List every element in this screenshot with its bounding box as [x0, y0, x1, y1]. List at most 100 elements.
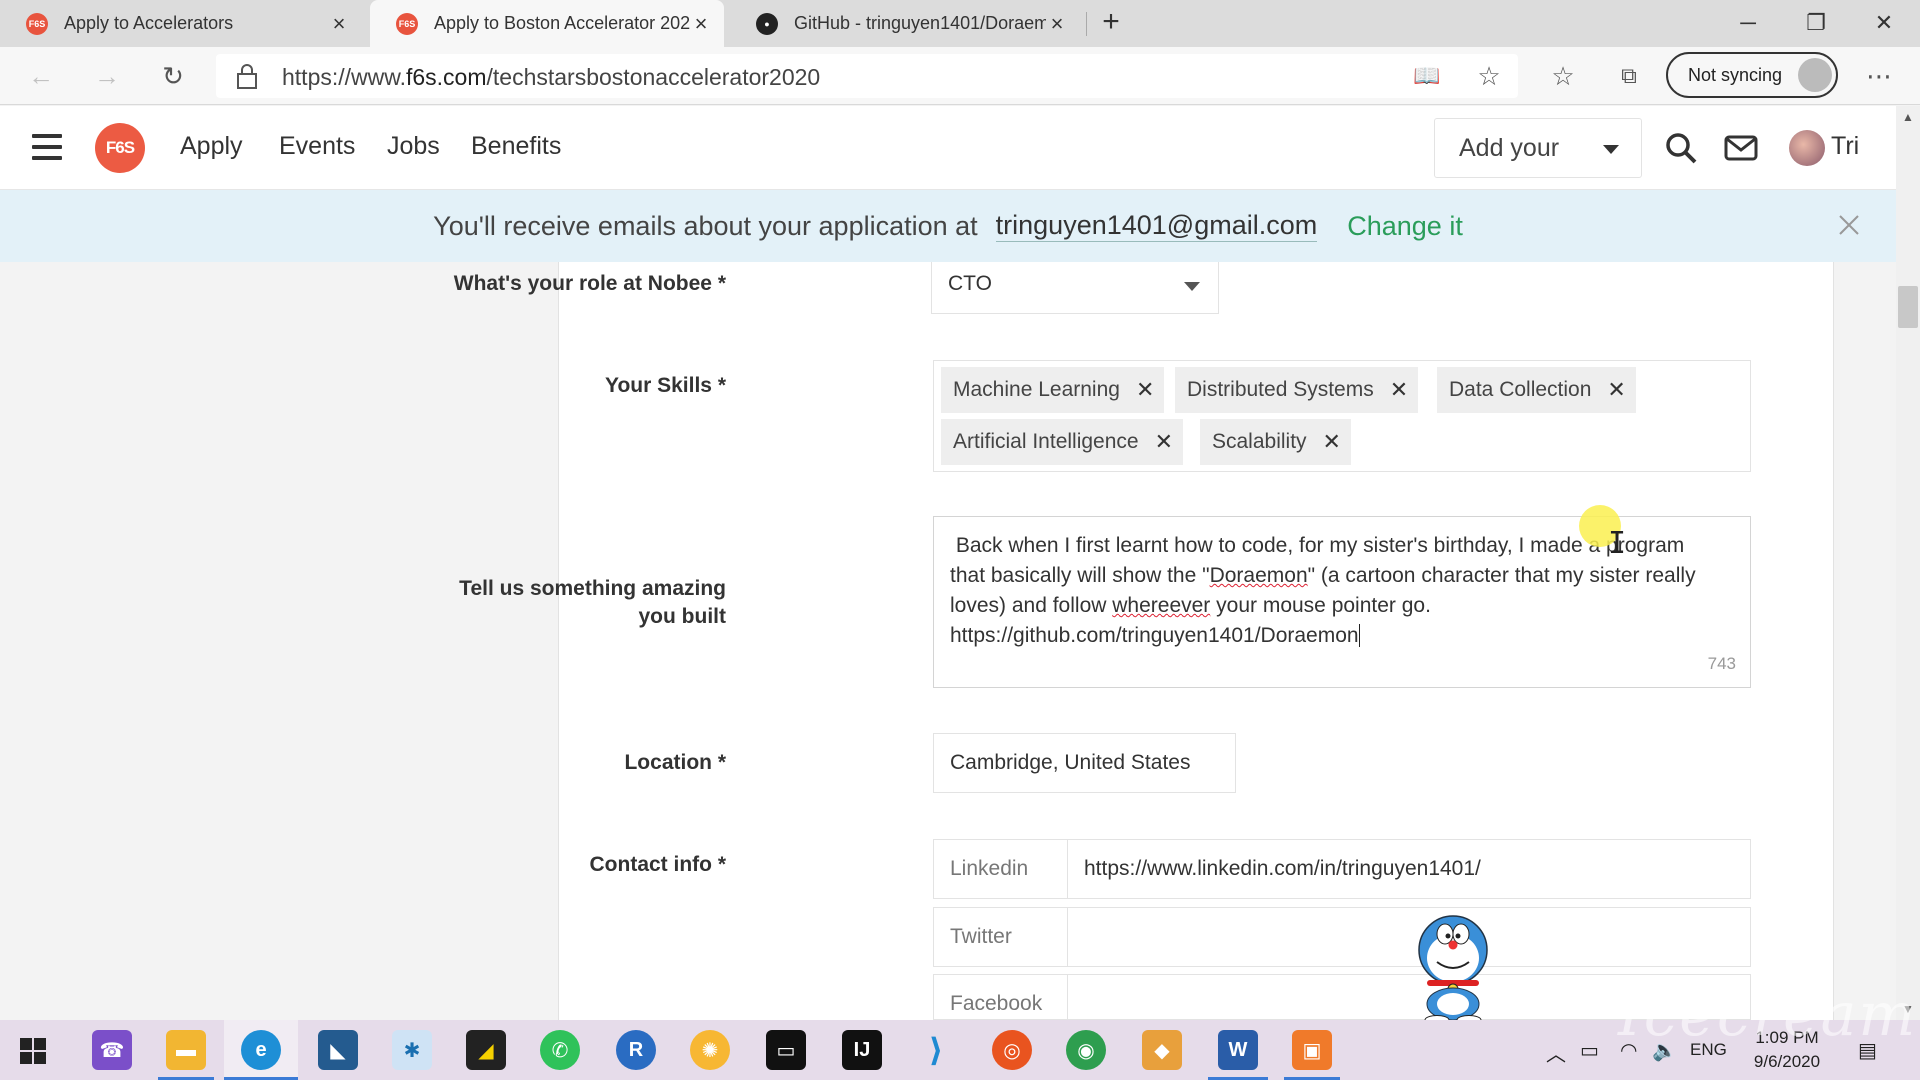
amazing-text-line-2-part: that basically will show the " [950, 564, 1210, 587]
remove-icon[interactable]: ✕ [1155, 429, 1173, 455]
intellij-icon[interactable]: IJ [842, 1030, 882, 1070]
whatsapp-icon[interactable]: ✆ [540, 1030, 580, 1070]
tab-apply-to-accelerators[interactable]: F6S Apply to Accelerators × [0, 0, 362, 47]
remove-icon[interactable]: ✕ [1607, 377, 1625, 403]
scroll-up-arrow-icon[interactable]: ▲ [1900, 110, 1916, 124]
search-icon[interactable] [1664, 132, 1698, 164]
mysql-workbench-icon[interactable]: ◣ [318, 1030, 358, 1070]
url-text: https://www.f6s.com/techstarsbostonaccel… [282, 64, 820, 91]
battery-icon[interactable]: ▭ [1580, 1038, 1599, 1063]
f6s-icon: F6S [26, 12, 48, 35]
scrollbar-thumb[interactable] [1898, 286, 1918, 328]
amazing-label-line-2: you built [638, 605, 727, 628]
add-your-label: Add your [1459, 133, 1560, 162]
profile-avatar [1798, 58, 1832, 92]
terminal-icon[interactable]: ▭ [766, 1030, 806, 1070]
favorite-star-icon[interactable]: ☆ [1472, 59, 1506, 93]
skill-chip-label: Machine Learning [953, 378, 1120, 401]
chevron-down-icon [1603, 145, 1619, 154]
vscode-icon[interactable]: ⟩ [916, 1030, 956, 1070]
close-icon[interactable]: × [690, 12, 712, 35]
github-icon: ● [756, 12, 778, 35]
hamburger-menu-icon[interactable] [32, 134, 62, 160]
file-explorer-icon[interactable]: ▬ [166, 1030, 206, 1070]
address-bar[interactable]: https://www.f6s.com/techstarsbostonaccel… [216, 54, 1518, 98]
close-icon[interactable]: × [328, 12, 350, 35]
snipping-tool-icon[interactable]: ✱ [392, 1030, 432, 1070]
lock-icon [237, 64, 257, 89]
immersive-reader-icon[interactable]: 📖 [1410, 59, 1444, 93]
tab-boston-accelerator[interactable]: F6S Apply to Boston Accelerator 2020 × [370, 0, 724, 47]
nav-apply[interactable]: Apply [180, 132, 243, 161]
skills-input[interactable]: Machine Learning ✕ Distributed Systems ✕ D… [933, 360, 1751, 472]
more-menu-icon[interactable]: ⋯ [1862, 59, 1896, 93]
nav-events[interactable]: Events [279, 132, 355, 161]
skill-chip-label: Scalability [1212, 430, 1307, 453]
contact-row-linkedin[interactable]: Linkedin https://www.linkedin.com/in/tri… [933, 839, 1751, 899]
user-name[interactable]: Tri [1831, 132, 1859, 161]
viber-icon[interactable]: ☎ [92, 1030, 132, 1070]
browser-tab-strip: F6S Apply to Accelerators × F6S Apply to… [0, 0, 1920, 47]
change-email-link[interactable]: Change it [1347, 211, 1463, 242]
location-label: Location * [624, 751, 726, 774]
tab-github-doraemon[interactable]: ● GitHub - tringuyen1401/Doraemon × [730, 0, 1080, 47]
contact-row-twitter[interactable]: Twitter [933, 907, 1751, 967]
windows-start-icon[interactable] [20, 1038, 46, 1064]
edge-browser-icon[interactable]: e [241, 1030, 281, 1070]
tab-title: GitHub - tringuyen1401/Doraemon [794, 13, 1046, 33]
left-gutter [0, 262, 558, 1020]
window-close-button[interactable]: ✕ [1864, 6, 1904, 40]
skill-chip: Distributed Systems ✕ [1175, 367, 1419, 413]
nav-jobs[interactable]: Jobs [387, 132, 440, 161]
contact-value: https://www.linkedin.com/in/tringuyen140… [1084, 857, 1481, 880]
location-input[interactable]: Cambridge, United States [933, 733, 1236, 793]
url-path: /techstarsbostonaccelerator2020 [486, 64, 821, 90]
url-host: f6s.com [405, 64, 487, 90]
skill-chip: Machine Learning ✕ [941, 367, 1165, 413]
sticky-notes-icon[interactable]: ◢ [466, 1030, 506, 1070]
avatar[interactable] [1789, 130, 1825, 166]
ubuntu-icon[interactable]: ◎ [992, 1030, 1032, 1070]
mail-icon[interactable] [1724, 132, 1758, 164]
r-language-icon[interactable]: R [616, 1030, 656, 1070]
profile-sync-button[interactable]: Not syncing [1666, 52, 1838, 98]
banner-email: tringuyen1401@gmail.com [995, 210, 1318, 242]
add-your-dropdown[interactable]: Add your [1434, 118, 1642, 178]
browser-toolbar: ← → ↻ https://www.f6s.com/techstarsbosto… [0, 47, 1920, 105]
new-tab-button[interactable]: + [1096, 6, 1126, 40]
collections-icon[interactable]: ⧉ [1612, 59, 1646, 93]
remove-icon[interactable]: ✕ [1390, 377, 1408, 403]
chevron-down-icon [1184, 282, 1200, 291]
page-scrollbar[interactable] [1896, 106, 1920, 1020]
tab-title: Apply to Boston Accelerator 2020 [434, 13, 690, 33]
close-icon[interactable]: × [1046, 12, 1068, 35]
amazing-text-line-3-part: loves) and follow [950, 594, 1113, 617]
role-select[interactable]: CTO [931, 262, 1219, 314]
role-label: What's your role at Nobee * [453, 272, 726, 295]
forward-arrow-icon[interactable]: → [90, 59, 124, 93]
restore-button[interactable]: ❐ [1796, 6, 1836, 40]
close-icon[interactable] [1832, 208, 1866, 242]
nav-benefits[interactable]: Benefits [471, 132, 561, 161]
back-arrow-icon[interactable]: ← [24, 59, 58, 93]
amazing-textarea[interactable]: Back when I first learnt how to code, fo… [933, 516, 1751, 688]
pinwheel-app-icon[interactable]: ✺ [690, 1030, 730, 1070]
refresh-icon[interactable]: ↻ [156, 59, 190, 93]
favorites-list-icon[interactable]: ☆ [1546, 59, 1580, 93]
right-gutter [1834, 262, 1896, 1020]
app-diamond-icon[interactable]: ◆ [1142, 1030, 1182, 1070]
chrome-icon[interactable]: ◉ [1066, 1030, 1106, 1070]
tray-chevron-up-icon[interactable]: ︿ [1546, 1038, 1566, 1067]
remove-icon[interactable]: ✕ [1136, 377, 1154, 403]
skill-chip: Artificial Intelligence ✕ [941, 419, 1184, 465]
word-icon[interactable]: W [1218, 1030, 1258, 1070]
contact-network-label: Linkedin [934, 840, 1068, 898]
f6s-logo[interactable]: F6S [95, 123, 145, 173]
clock-date: 9/6/2020 [1753, 1052, 1821, 1071]
minimize-button[interactable]: ─ [1728, 6, 1768, 40]
icecream-recorder-icon[interactable]: ▣ [1292, 1030, 1332, 1070]
remove-icon[interactable]: ✕ [1323, 429, 1341, 455]
amazing-text-line-4: https://github.com/tringuyen1401/Doraemo… [950, 621, 1742, 651]
skill-chip-label: Data Collection [1449, 378, 1592, 401]
role-value: CTO [948, 272, 992, 295]
